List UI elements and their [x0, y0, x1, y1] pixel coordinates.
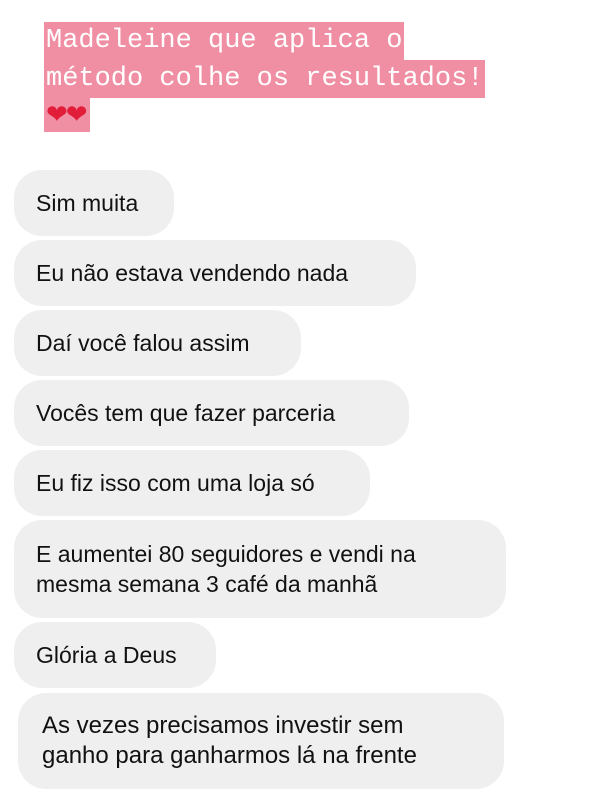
message-bubble[interactable]: E aumentei 80 seguidores e vendi na mesm…	[14, 520, 506, 618]
message-bubble[interactable]: Glória a Deus	[14, 622, 216, 688]
message-text: Sim muita	[36, 190, 139, 216]
message-bubble[interactable]: Sim muita	[14, 170, 174, 236]
caption-line-1: Madeleine que aplica o	[44, 22, 405, 60]
message-text: Daí você falou assim	[36, 330, 250, 356]
message-bubble[interactable]: As vezes precisamos investir sem ganho p…	[18, 693, 504, 789]
message-text-line-1: E aumentei 80 seguidores e vendi na	[36, 541, 416, 567]
message-text: Vocês tem que fazer parceria	[36, 400, 336, 426]
message-text: E aumentei 80 seguidores e vendi na mesm…	[36, 539, 416, 599]
heart-icons: ❤❤	[44, 98, 90, 132]
caption-line-2: método colhe os resultados!	[44, 60, 486, 98]
message-text: Glória a Deus	[36, 642, 177, 668]
message-text-line-2: mesma semana 3 café da manhã	[36, 571, 378, 597]
message-bubble[interactable]: Daí você falou assim	[14, 310, 301, 376]
chat-screenshot: Madeleine que aplica o método colhe os r…	[0, 0, 600, 800]
message-bubble[interactable]: Vocês tem que fazer parceria	[14, 380, 409, 446]
message-text: Eu não estava vendendo nada	[36, 260, 349, 286]
message-text: Eu fiz isso com uma loja só	[36, 470, 315, 496]
message-text-line-1: As vezes precisamos investir sem	[42, 712, 404, 739]
story-caption: Madeleine que aplica o método colhe os r…	[44, 22, 584, 136]
message-text-line-2: ganho para ganharmos lá na frente	[42, 742, 417, 769]
message-bubble[interactable]: Eu fiz isso com uma loja só	[14, 450, 370, 516]
message-text: As vezes precisamos investir sem ganho p…	[42, 711, 417, 771]
message-bubble[interactable]: Eu não estava vendendo nada	[14, 240, 416, 306]
